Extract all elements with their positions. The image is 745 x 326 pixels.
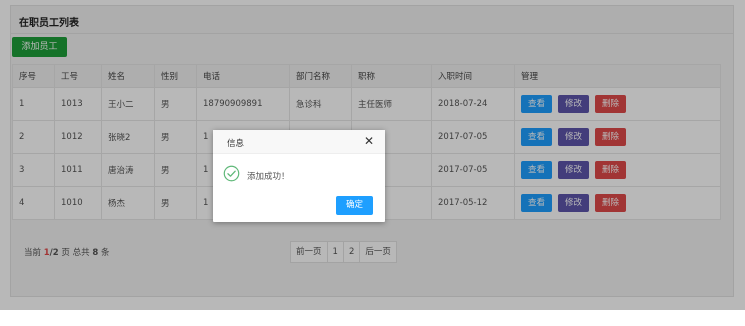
confirm-button[interactable]: 确定 <box>336 196 373 215</box>
info-dialog: 信息 ✕ 添加成功！ 确定 <box>213 130 385 222</box>
check-circle-icon <box>223 165 240 182</box>
dialog-title: 信息 <box>227 139 245 149</box>
close-icon[interactable]: ✕ <box>364 134 374 148</box>
dialog-header: 信息 ✕ <box>213 130 385 154</box>
dialog-message: 添加成功！ <box>247 172 290 182</box>
